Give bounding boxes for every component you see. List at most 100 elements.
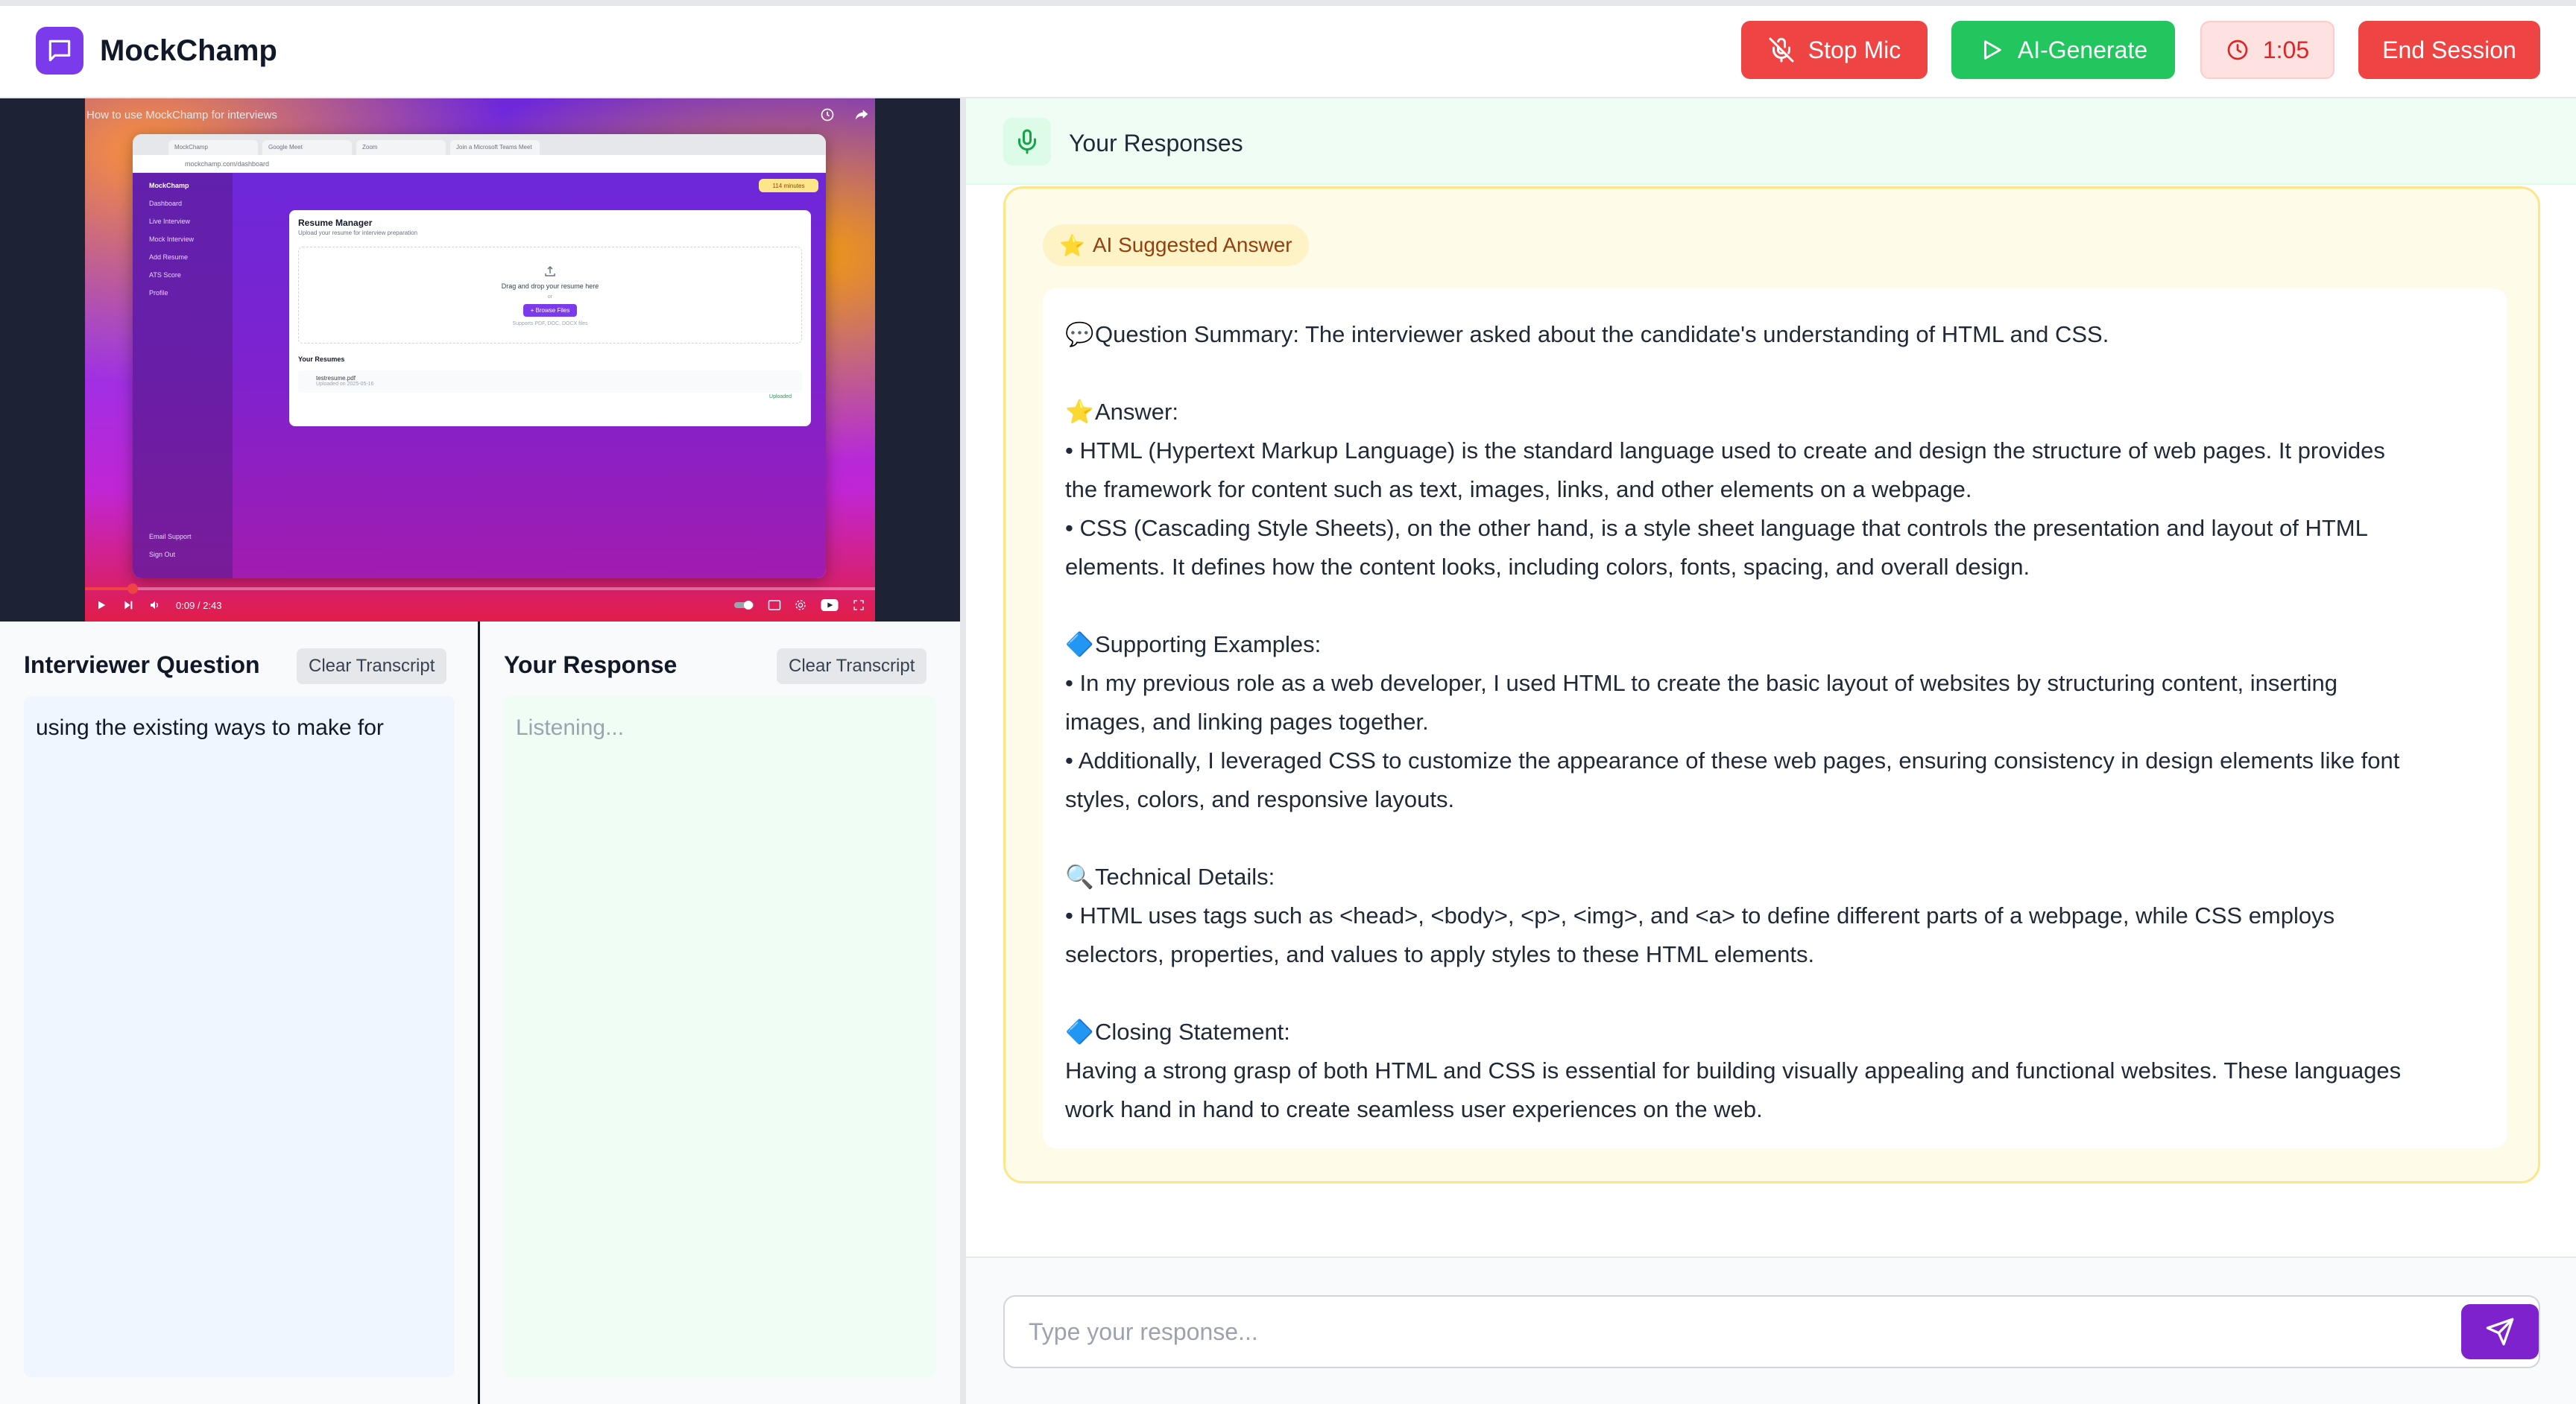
subtitles-icon[interactable] <box>768 599 781 611</box>
youtube-icon[interactable] <box>820 599 839 611</box>
browser-resume-file: testresume.pdf <box>316 375 356 382</box>
interviewer-question-title: Interviewer Question <box>24 651 260 678</box>
ai-answer-content: 💬Question Summary: The interviewer asked… <box>1043 288 2507 1148</box>
ai-answer-line-text: Having a strong grasp of both HTML and C… <box>1065 1057 2402 1084</box>
ai-answer-line: • HTML uses tags such as <head>, <body>,… <box>1065 897 2484 935</box>
ai-generate-label: AI-Generate <box>2017 36 2148 63</box>
browser-sidebar-item: Live Interview <box>149 218 191 225</box>
app-logo <box>36 27 83 75</box>
browser-sidebar-item: Profile <box>149 289 168 297</box>
browser-drop-text: Drag and drop your resume here <box>501 282 599 290</box>
share-icon[interactable] <box>854 107 869 122</box>
ai-answer-line: work hand in hand to create seamless use… <box>1065 1090 2484 1129</box>
volume-icon[interactable] <box>149 599 161 611</box>
your-response-text: Listening... <box>504 696 936 1377</box>
video-progress-knob[interactable] <box>127 584 138 594</box>
browser-resume-date: Uploaded on 2025-05-16 <box>316 382 374 387</box>
ai-answer-line: the framework for content such as text, … <box>1065 470 2484 509</box>
interviewer-question-text: using the existing ways to make for <box>24 696 455 1377</box>
browser-choose-button: + Browse Files <box>523 303 578 317</box>
ai-answer-line: • HTML (Hypertext Markup Language) is th… <box>1065 431 2484 470</box>
ai-answer-line-text: Answer: <box>1095 399 1178 425</box>
browser-tab: Google Meet <box>262 140 352 155</box>
clear-response-transcript-button[interactable]: Clear Transcript <box>777 648 927 684</box>
ai-answer-line-text: Closing Statement: <box>1095 1019 1290 1045</box>
ai-answer-line: • Additionally, I leveraged CSS to custo… <box>1065 741 2484 780</box>
ai-answer-line: selectors, properties, and values to app… <box>1065 935 2484 974</box>
ai-answer-line-text: selectors, properties, and values to app… <box>1065 941 1815 967</box>
ai-answer-line-text: the framework for content such as text, … <box>1065 476 1972 502</box>
video-controls-right <box>733 599 865 611</box>
play-icon[interactable] <box>95 599 107 611</box>
upload-icon <box>545 265 555 276</box>
settings-icon[interactable] <box>795 599 806 611</box>
ai-answer-line-icon: 💬 <box>1065 321 1094 347</box>
browser-sidebar: MockChamp Dashboard Live Interview Mock … <box>133 173 233 578</box>
responses-title: Your Responses <box>1069 130 1243 156</box>
browser-resume-row: testresume.pdf Uploaded on 2025-05-16 <box>298 370 802 393</box>
browser-resume-card: Resume Manager Upload your resume for in… <box>289 210 811 426</box>
play-icon <box>1983 40 2001 60</box>
browser-tab: Zoom <box>356 140 446 155</box>
browser-resume-status: Uploaded <box>769 394 792 399</box>
ai-answer-line-text: work hand in hand to create seamless use… <box>1065 1096 1763 1122</box>
ai-answer-line: • In my previous role as a web developer… <box>1065 664 2484 703</box>
app-header: MockChamp Stop Mic AI-Generate 1:05 End … <box>0 6 2576 98</box>
stop-mic-label: Stop Mic <box>1808 36 1901 63</box>
ai-answer-line <box>1065 819 2484 858</box>
browser-supports: Supports PDF, DOC, DOCX files <box>512 320 588 326</box>
next-icon[interactable] <box>122 599 134 611</box>
browser-tab: Join a Microsoft Teams Meet <box>450 140 540 155</box>
ai-answer-line: Having a strong grasp of both HTML and C… <box>1065 1052 2484 1090</box>
ai-suggested-answer-card: ⭐ AI Suggested Answer 💬Question Summary:… <box>1003 186 2540 1183</box>
ai-answer-line: styles, colors, and responsive layouts. <box>1065 780 2484 819</box>
ai-answer-line-text: Question Summary: The interviewer asked … <box>1095 321 2109 347</box>
browser-sidebar-item: Email Support <box>149 533 192 540</box>
video-progress-bar[interactable] <box>85 584 875 594</box>
watch-later-icon[interactable] <box>820 107 835 122</box>
fullscreen-icon[interactable] <box>853 599 865 611</box>
video-time: 0:09 / 2:43 <box>176 599 222 611</box>
browser-sidebar-bottom: Email Support Sign Out <box>133 528 192 563</box>
ai-answer-line: 💬Question Summary: The interviewer asked… <box>1065 315 2484 354</box>
clock-icon <box>2227 39 2248 60</box>
top-accent-line <box>0 0 2576 6</box>
browser-sidebar-item: Dashboard <box>149 200 183 207</box>
ai-answer-line-text: • HTML uses tags such as <head>, <body>,… <box>1065 902 2335 929</box>
ai-answer-line <box>1065 354 2484 393</box>
video-browser-screenshot: MockChamp Google Meet Zoom Join a Micros… <box>133 134 826 578</box>
browser-resumes-title: Your Resumes <box>298 355 345 363</box>
ai-generate-button[interactable]: AI-Generate <box>1951 21 2175 79</box>
column-resize-handle[interactable] <box>960 98 966 1404</box>
stop-mic-button[interactable]: Stop Mic <box>1741 21 1928 79</box>
video-controls: 0:09 / 2:43 <box>85 584 875 622</box>
ai-answer-line: images, and linking pages together. <box>1065 703 2484 741</box>
star-icon: ⭐ <box>1059 233 1085 257</box>
ai-answer-line: 🔷Closing Statement: <box>1065 1013 2484 1052</box>
ai-answer-line: 🔍Technical Details: <box>1065 858 2484 897</box>
ai-answer-line-text: • Additionally, I leveraged CSS to custo… <box>1065 747 2400 774</box>
video-player[interactable]: How to use MockChamp for interviews Mock… <box>0 98 960 622</box>
video-top-icons <box>820 107 869 122</box>
ai-answer-line-icon: 🔍 <box>1065 864 1094 890</box>
video-controls-left: 0:09 / 2:43 <box>95 599 221 611</box>
timer-value: 1:05 <box>2262 36 2310 63</box>
ai-answer-line-icon: 🔷 <box>1065 631 1094 657</box>
clear-question-transcript-button[interactable]: Clear Transcript <box>297 648 447 684</box>
browser-tabs: MockChamp Google Meet Zoom Join a Micros… <box>133 134 826 155</box>
send-button[interactable] <box>2461 1304 2539 1359</box>
browser-sidebar-item: Mock Interview <box>149 235 195 243</box>
browser-tab: MockChamp <box>168 140 258 155</box>
browser-sidebar-item: Sign Out <box>149 551 176 558</box>
browser-card-title: Resume Manager <box>298 218 373 228</box>
browser-url: mockchamp.com/dashboard <box>133 155 826 173</box>
end-session-label: End Session <box>2382 36 2516 63</box>
response-input[interactable] <box>1003 1295 2540 1368</box>
mic-icon <box>1018 129 1036 154</box>
browser-sidebar-item: Add Resume <box>149 253 189 261</box>
session-timer: 1:05 <box>2200 21 2334 79</box>
ai-suggested-answer-badge: ⭐ AI Suggested Answer <box>1043 224 1309 266</box>
video-frame[interactable]: How to use MockChamp for interviews Mock… <box>85 98 875 622</box>
end-session-button[interactable]: End Session <box>2358 21 2540 79</box>
autoplay-toggle-icon[interactable] <box>733 599 754 611</box>
